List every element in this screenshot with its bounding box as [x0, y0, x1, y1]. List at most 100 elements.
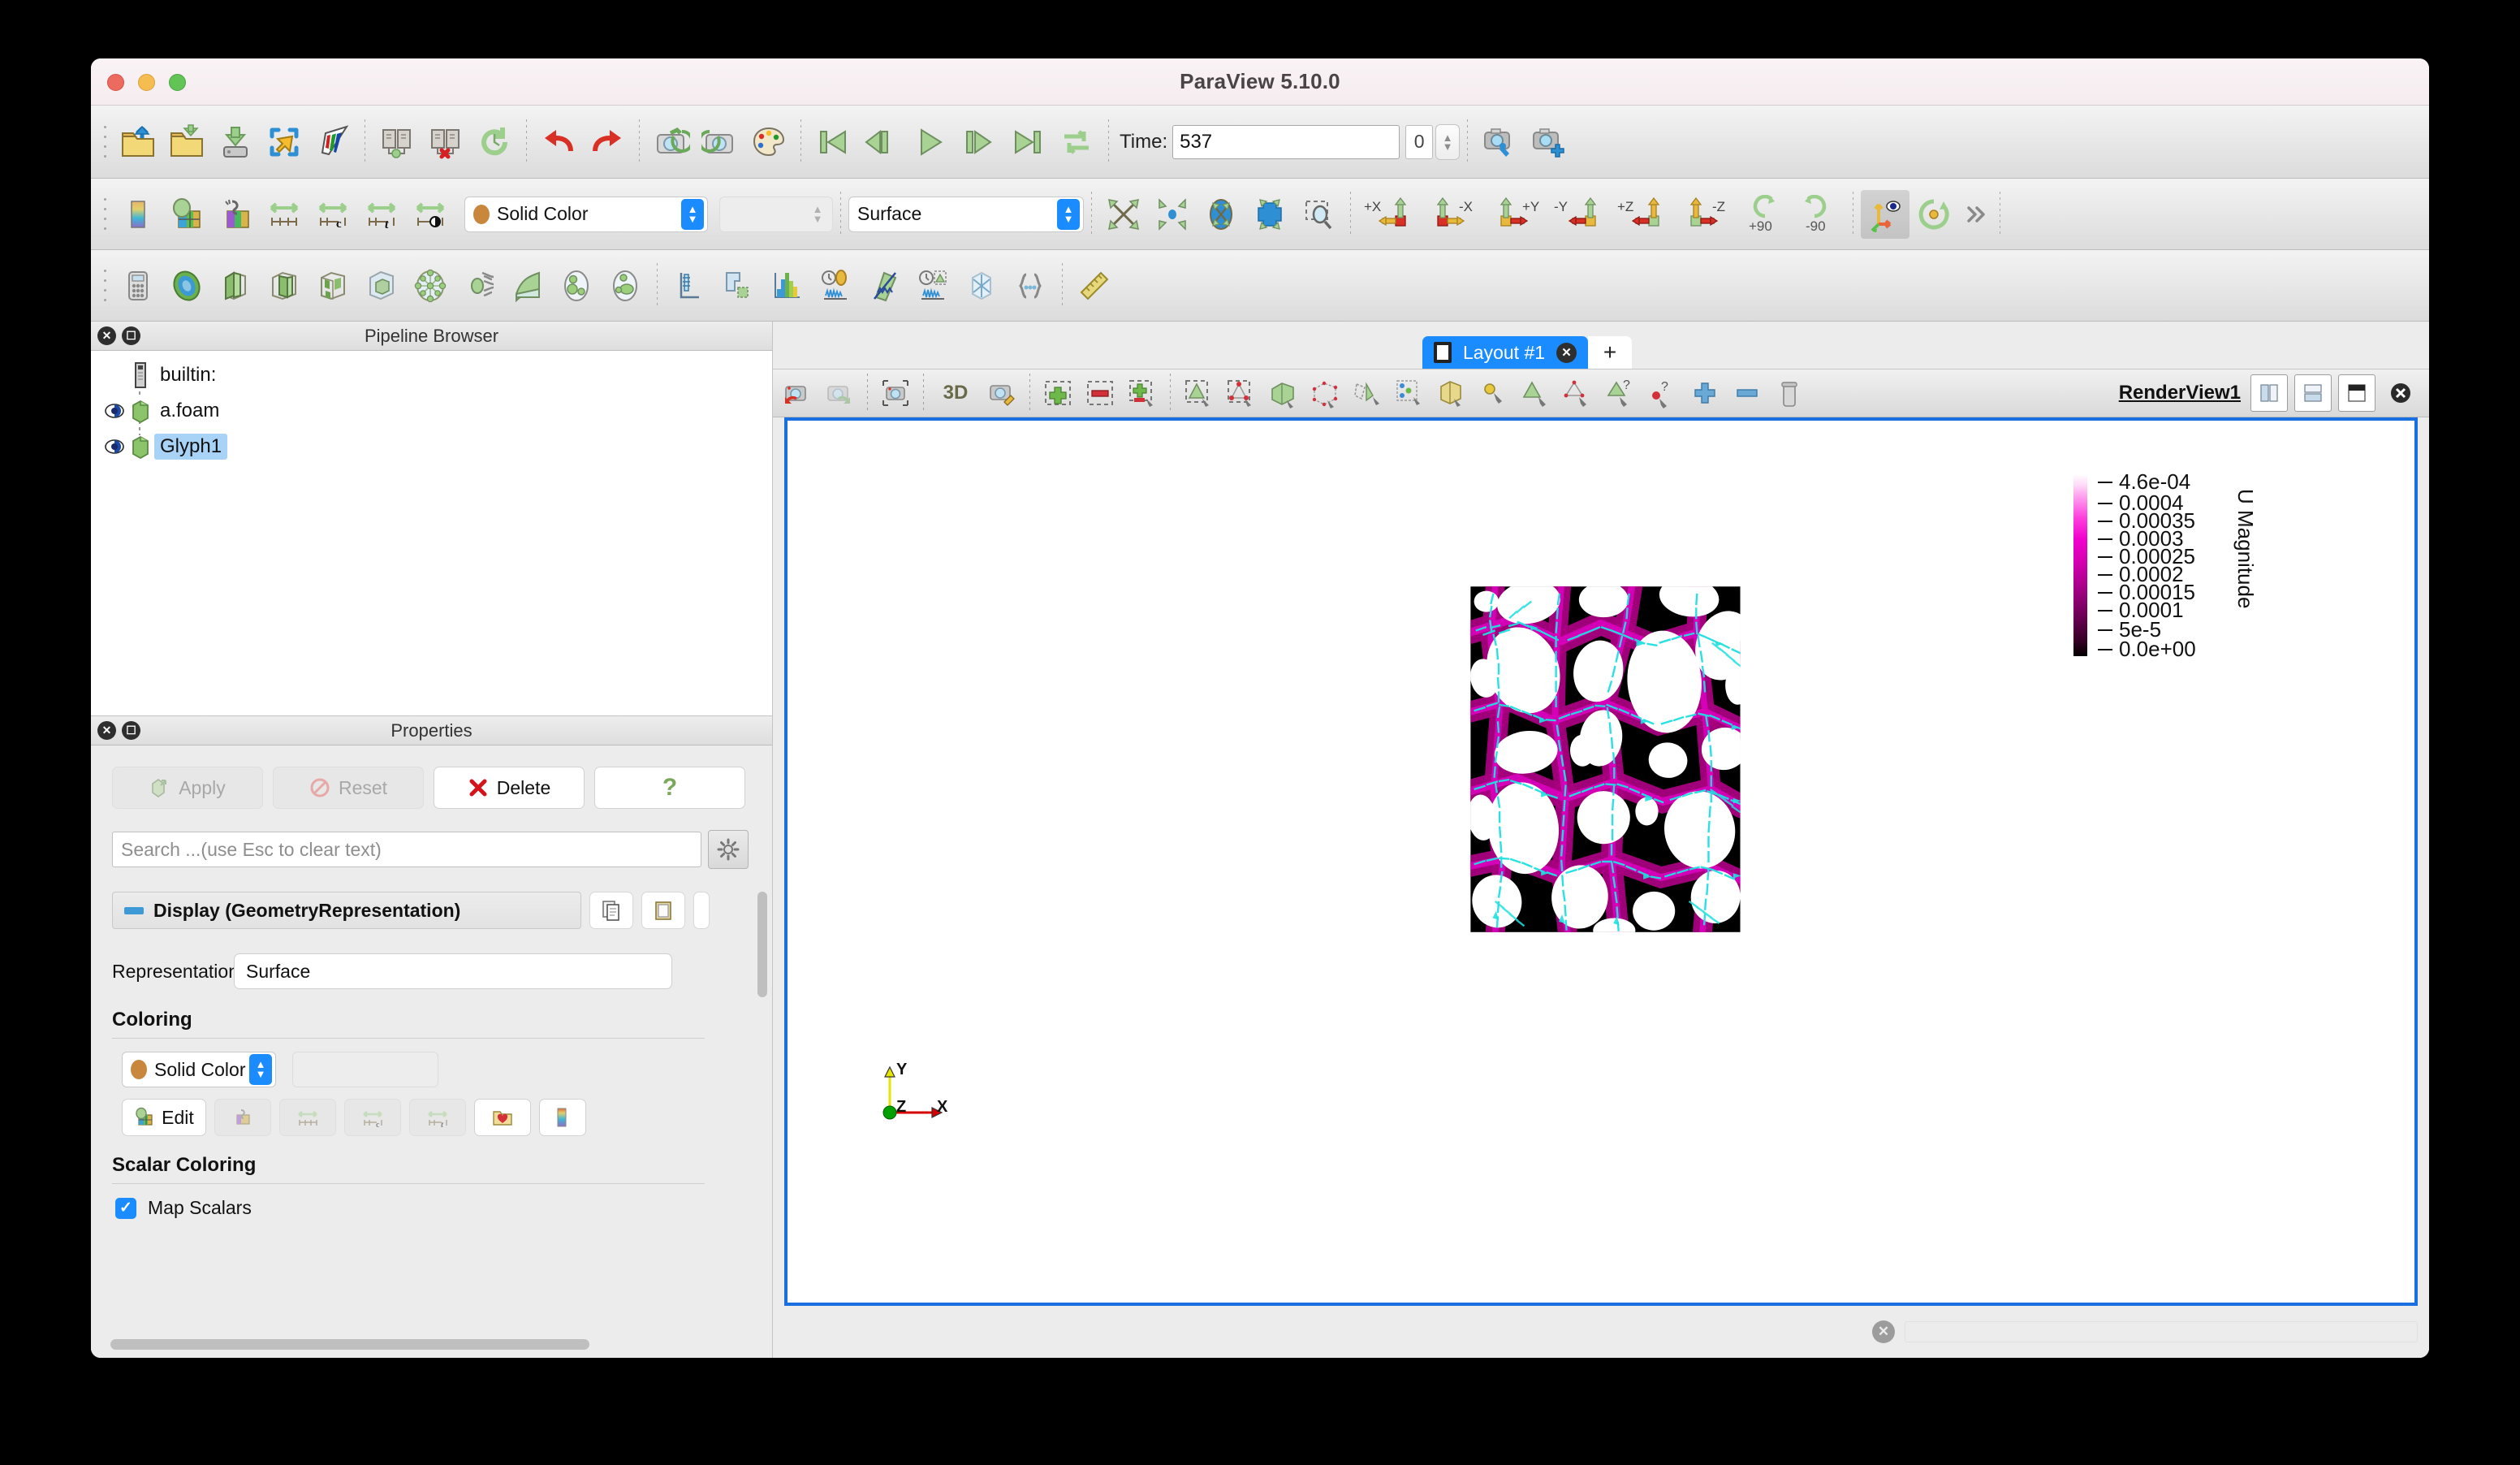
reset-camera-button[interactable] [1148, 190, 1197, 239]
camera-redo-button[interactable] [696, 118, 744, 166]
reset-colormap-button[interactable] [211, 190, 260, 239]
pipeline-browser[interactable]: builtin: [91, 351, 772, 716]
cancel-progress-button[interactable]: ✕ [1872, 1320, 1895, 1343]
toolbar-grip[interactable] [99, 261, 110, 310]
pipeline-item-builtin[interactable]: builtin: [91, 357, 772, 393]
reset-session-button[interactable] [470, 118, 519, 166]
last-frame-button[interactable] [1003, 118, 1052, 166]
select-cells-on-button[interactable] [1177, 372, 1219, 414]
rescale-visible-range-button[interactable] [406, 190, 455, 239]
python-calculator-button[interactable] [957, 261, 1006, 310]
group-datasets-filter-button[interactable] [552, 261, 601, 310]
measure-ruler-button[interactable] [1070, 261, 1119, 310]
reset-button[interactable]: Reset [273, 767, 424, 809]
programmable-filter-button[interactable] [1006, 261, 1055, 310]
zoom-closest-to-data-button[interactable] [1197, 190, 1245, 239]
rescale-over-time-button[interactable]: t [409, 1099, 466, 1136]
set-view-minus-x-button[interactable]: -X [1422, 190, 1485, 239]
hover-point-query-button[interactable]: ? [1642, 372, 1684, 414]
coloring-component-combo[interactable] [292, 1052, 438, 1087]
float-pipeline-panel-button[interactable]: ☐ [122, 326, 140, 345]
add-selection-button[interactable] [1037, 372, 1079, 414]
next-frame-button[interactable] [955, 118, 1003, 166]
clip-filter-button[interactable] [211, 261, 260, 310]
polygon-points-select-button[interactable] [1388, 372, 1430, 414]
minimize-window-button[interactable] [138, 74, 155, 91]
set-view-plus-y-button[interactable]: +Y [1485, 190, 1548, 239]
save-state-button[interactable] [260, 118, 309, 166]
visibility-eye-icon[interactable] [102, 402, 127, 420]
rescale-custom-range-button[interactable]: c [309, 190, 357, 239]
toolbar-overflow-button[interactable] [1958, 190, 1992, 239]
previous-frame-button[interactable] [857, 118, 906, 166]
set-view-plus-z-button[interactable]: +Z [1612, 190, 1675, 239]
grow-selection-button[interactable] [1684, 372, 1726, 414]
polygon-cells-select-button[interactable] [1346, 372, 1388, 414]
edit-colormap-button[interactable] [162, 190, 211, 239]
time-index-input[interactable]: 0 [1405, 125, 1433, 159]
contour-filter-button[interactable] [162, 261, 211, 310]
hover-points-button[interactable]: ? [1599, 372, 1642, 414]
close-layout-icon[interactable]: ✕ [1556, 343, 1577, 363]
calculator-filter-button[interactable] [114, 261, 162, 310]
component-combo[interactable]: ▲▼ [719, 197, 833, 232]
hover-cells-button[interactable] [1557, 372, 1599, 414]
representation-value-input[interactable]: Surface [234, 953, 672, 989]
pipeline-item-glyph1[interactable]: Glyph1 [91, 429, 772, 465]
toggle-color-legend-button[interactable] [114, 190, 162, 239]
threshold-filter-button[interactable] [309, 261, 357, 310]
plot-on-intersection-curves-button[interactable] [860, 261, 908, 310]
subtract-selection-button[interactable] [1079, 372, 1121, 414]
properties-search-input[interactable]: Search ...(use Esc to clear text) [112, 832, 701, 867]
rescale-over-time-button[interactable]: t [357, 190, 406, 239]
delete-button[interactable]: Delete [434, 767, 585, 809]
slice-filter-button[interactable] [260, 261, 309, 310]
time-input[interactable]: 537 [1172, 125, 1400, 159]
palette-button[interactable] [744, 118, 793, 166]
choose-preset-button[interactable] [214, 1099, 271, 1136]
zoom-to-box-button[interactable] [1245, 190, 1294, 239]
camera-link-button[interactable] [874, 372, 917, 414]
plot-data-over-time-button[interactable] [811, 261, 860, 310]
display-section-bar[interactable]: Display (GeometryRepresentation) [112, 892, 581, 929]
redo-camera-view-button[interactable] [818, 372, 861, 414]
glyph-filter-button[interactable] [406, 261, 455, 310]
histogram-button[interactable] [762, 261, 811, 310]
properties-scrollbar[interactable] [757, 892, 767, 997]
adjust-camera-view-button[interactable] [981, 372, 1023, 414]
rubber-band-zoom-button[interactable] [1294, 190, 1343, 239]
toolbar-grip[interactable] [99, 190, 110, 239]
color-array-combo[interactable]: Solid Color ▲▼ [464, 197, 708, 232]
pipeline-item-afoam[interactable]: a.foam [91, 393, 772, 429]
save-as-default-button[interactable] [474, 1099, 531, 1136]
set-view-minus-z-button[interactable]: -Z [1675, 190, 1738, 239]
redo-button[interactable] [583, 118, 632, 166]
toggle-selection-button[interactable] [1121, 372, 1163, 414]
shrink-selection-button[interactable] [1726, 372, 1768, 414]
maximize-view-button[interactable] [2338, 374, 2375, 412]
close-view-button[interactable] [2382, 374, 2419, 412]
show-center-of-rotation-button[interactable] [1909, 190, 1958, 239]
map-scalars-checkbox[interactable]: ✓ [115, 1198, 136, 1219]
stream-tracer-filter-button[interactable] [455, 261, 503, 310]
adjust-camera-button[interactable] [1475, 118, 1524, 166]
interactive-select-points-button[interactable] [1515, 372, 1557, 414]
extract-level-filter-button[interactable] [601, 261, 649, 310]
more-properties-button[interactable] [693, 892, 710, 929]
extract-subset-filter-button[interactable] [357, 261, 406, 310]
undo-camera-view-button[interactable] [776, 372, 818, 414]
recent-files-button[interactable] [162, 118, 211, 166]
time-index-stepper[interactable]: ▲▼ [1435, 124, 1460, 160]
render-view-name[interactable]: RenderView1 [2119, 382, 2241, 404]
visibility-eye-icon[interactable] [102, 438, 127, 456]
rotate-plus-90-button[interactable]: +90 [1738, 190, 1792, 239]
plot-on-sorted-lines-button[interactable] [908, 261, 957, 310]
open-file-button[interactable] [114, 118, 162, 166]
properties-hscrollbar[interactable] [110, 1339, 589, 1350]
render-view[interactable]: 4.6e-040.00040.000350.00030.000250.00020… [784, 417, 2418, 1306]
close-window-button[interactable] [107, 74, 124, 91]
rescale-data-range-button[interactable] [279, 1099, 336, 1136]
apply-button[interactable]: Apply [112, 767, 263, 809]
help-button[interactable]: ? [594, 767, 745, 809]
disconnect-server-button[interactable] [421, 118, 470, 166]
